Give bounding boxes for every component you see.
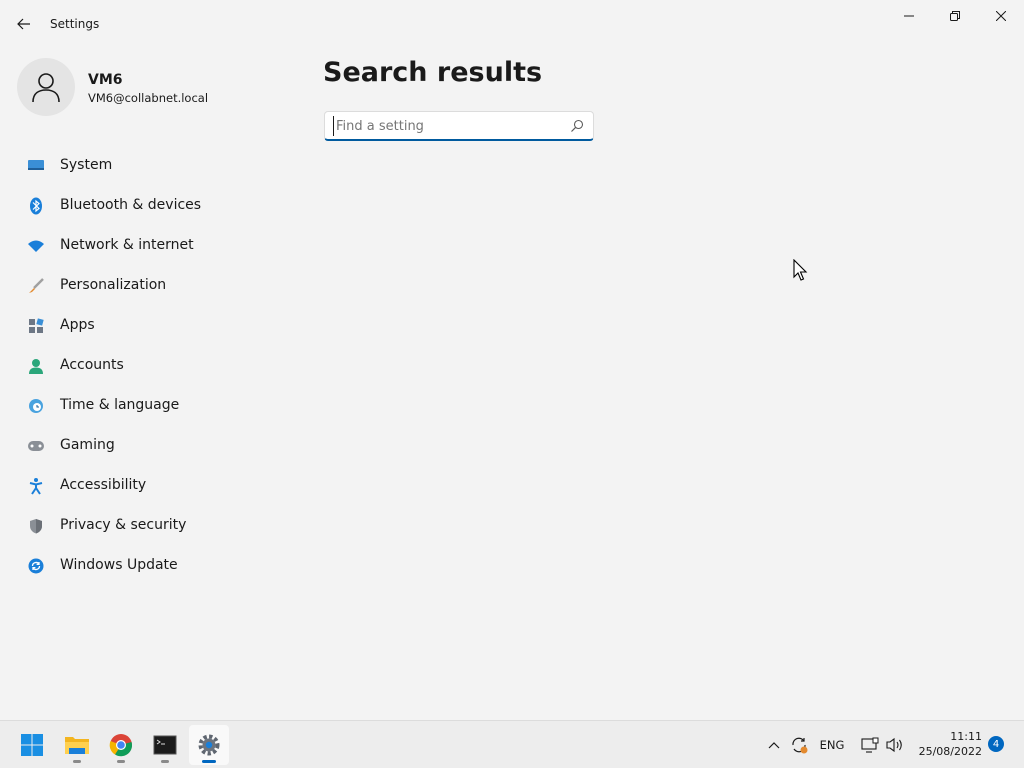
taskbar-settings[interactable] (189, 725, 229, 765)
minimize-button[interactable] (886, 0, 932, 32)
sidebar-item-privacy-security[interactable]: Privacy & security (0, 506, 300, 546)
sidebar-item-windows-update[interactable]: Windows Update (0, 546, 300, 586)
sidebar-item-network-internet[interactable]: Network & internet (0, 226, 300, 266)
running-indicator (73, 760, 81, 763)
accessibility-icon (26, 478, 46, 495)
sidebar-item-apps[interactable]: Apps (0, 306, 300, 346)
clock-date[interactable]: 25/08/2022 (914, 745, 982, 758)
sidebar-item-label: Time & language (60, 397, 180, 413)
sidebar-item-time-language[interactable]: Time & language (0, 386, 300, 426)
monitor-network-icon (861, 737, 879, 753)
volume-button[interactable] (885, 735, 905, 755)
person-icon (26, 358, 46, 374)
show-hidden-icons-button[interactable] (766, 735, 782, 755)
sidebar-item-system[interactable]: System (0, 146, 300, 186)
back-button[interactable] (12, 12, 36, 36)
sidebar-item-accounts[interactable]: Accounts (0, 346, 300, 386)
minimize-icon (904, 15, 914, 17)
folder-icon (65, 737, 89, 754)
wifi-icon (26, 238, 46, 254)
start-button[interactable] (12, 725, 52, 765)
maximize-button[interactable] (932, 0, 978, 32)
shield-icon (26, 518, 46, 534)
page-title: Search results (323, 57, 543, 88)
sync-status-button[interactable] (789, 735, 809, 755)
sidebar-item-gaming[interactable]: Gaming (0, 426, 300, 466)
globe-clock-icon (26, 398, 46, 414)
close-icon (996, 11, 1006, 21)
network-status-button[interactable] (860, 735, 880, 755)
sidebar-nav: System Bluetooth & devices Network & int… (0, 146, 300, 586)
mouse-cursor-icon (793, 259, 808, 281)
gear-icon (198, 734, 220, 756)
sidebar-item-label: System (60, 157, 113, 173)
sidebar-item-label: Privacy & security (60, 517, 187, 533)
language-indicator[interactable]: ENG (818, 735, 846, 755)
sidebar-item-label: Network & internet (60, 237, 194, 253)
taskbar-file-explorer[interactable] (57, 725, 97, 765)
bluetooth-icon (26, 197, 46, 215)
speaker-icon (886, 737, 902, 753)
taskbar-chrome[interactable] (101, 725, 141, 765)
avatar[interactable] (17, 58, 75, 116)
update-icon (26, 558, 46, 574)
maximize-icon (950, 11, 960, 21)
title-bar: Settings (0, 0, 1024, 48)
taskbar-command-prompt[interactable] (145, 725, 185, 765)
display-icon (26, 158, 46, 174)
notification-badge[interactable]: 4 (988, 736, 1004, 752)
sidebar-item-accessibility[interactable]: Accessibility (0, 466, 300, 506)
sidebar-item-label: Personalization (60, 277, 167, 293)
sidebar-item-label: Accessibility (60, 477, 147, 493)
search-input[interactable] (333, 116, 561, 136)
sidebar-item-label: Apps (60, 317, 95, 333)
clock-time[interactable]: 11:11 (940, 730, 982, 743)
sidebar-item-label: Bluetooth & devices (60, 197, 202, 213)
close-button[interactable] (978, 0, 1024, 32)
search-box[interactable] (324, 111, 594, 141)
back-arrow-icon (17, 18, 30, 30)
running-indicator (117, 760, 125, 763)
person-icon (32, 73, 60, 103)
apps-icon (26, 318, 46, 334)
sidebar-item-personalization[interactable]: Personalization (0, 266, 300, 306)
gamepad-icon (26, 438, 46, 454)
running-indicator (202, 760, 216, 763)
sidebar-item-label: Windows Update (60, 557, 178, 573)
terminal-icon (153, 735, 177, 755)
taskbar: ENG (0, 720, 1024, 768)
windows-start-icon (21, 734, 43, 756)
brush-icon (26, 278, 46, 294)
search-icon[interactable] (570, 119, 584, 133)
chevron-up-icon (768, 742, 780, 749)
user-name: VM6 (88, 72, 123, 88)
user-email: VM6@collabnet.local (88, 91, 209, 105)
sidebar-item-bluetooth-devices[interactable]: Bluetooth & devices (0, 186, 300, 226)
window-title: Settings (50, 17, 100, 31)
running-indicator (161, 760, 169, 763)
sync-icon (792, 737, 808, 754)
chrome-icon (109, 734, 133, 757)
sidebar-item-label: Gaming (60, 437, 115, 453)
sidebar-item-label: Accounts (60, 357, 124, 373)
